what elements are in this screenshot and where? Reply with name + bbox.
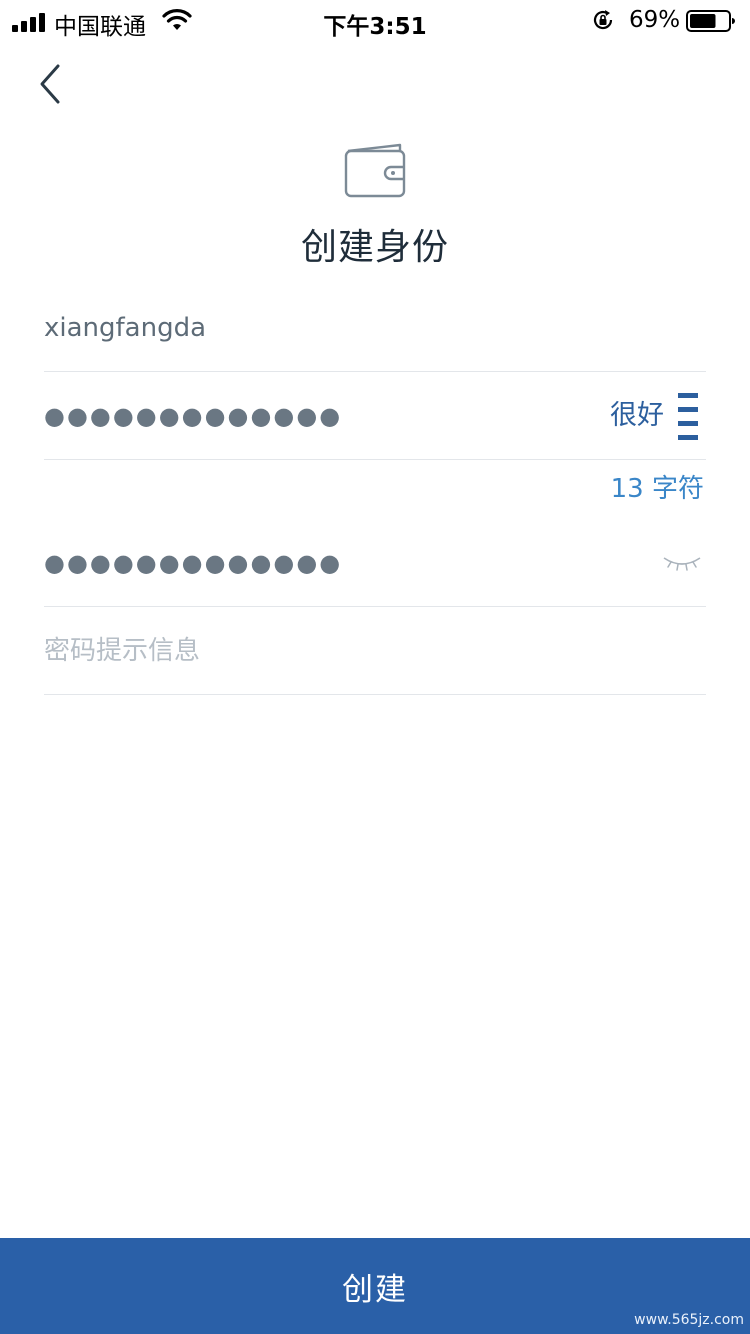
password-field[interactable]: ●●●●●●●●●●●●● 很好 xyxy=(44,372,706,460)
orientation-lock-icon xyxy=(593,10,613,30)
password-input[interactable]: ●●●●●●●●●●●●● xyxy=(44,372,342,460)
confirm-password-field[interactable]: ●●●●●●●●●●●●● xyxy=(44,519,706,607)
password-char-count: 13 字符 xyxy=(610,474,704,504)
back-button[interactable] xyxy=(30,60,74,108)
password-strength-meter-icon xyxy=(678,393,698,441)
page-title: 创建身份 xyxy=(300,227,449,268)
battery-percent: 69% xyxy=(629,7,681,33)
identity-name-input[interactable] xyxy=(44,284,584,372)
password-hint-field xyxy=(44,607,706,695)
wallet-icon xyxy=(344,143,406,198)
create-identity-screen: 中国联通 下午3:51 69% 创建身份 xiangfangda ●●●●●●●… xyxy=(0,0,750,1334)
status-bar: 中国联通 下午3:51 69% xyxy=(0,0,750,42)
eye-closed-icon[interactable] xyxy=(662,552,702,574)
battery-icon xyxy=(686,10,735,32)
confirm-password-input[interactable]: ●●●●●●●●●●●●● xyxy=(44,519,342,607)
password-hint-input[interactable] xyxy=(44,607,584,695)
identity-name-field xyxy=(44,284,706,372)
password-strength-label: 很好 xyxy=(610,400,664,431)
watermark: www.565jz.com xyxy=(634,1312,744,1328)
